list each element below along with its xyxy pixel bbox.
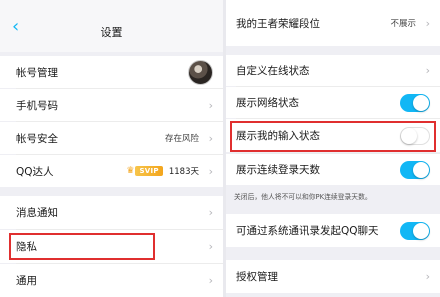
network-status-toggle[interactable]: [400, 93, 430, 112]
toggle-knob: [413, 161, 429, 178]
account-management-row[interactable]: 帐号管理: [0, 56, 223, 88]
settings-header: ‹ 设置: [0, 0, 223, 52]
contacts-chat-row: 可通过系统通讯录发起QQ聊天: [226, 214, 440, 247]
svip-badge: ♛ SVIP: [126, 166, 163, 176]
privacy-highlight-box: [9, 233, 155, 260]
general-row[interactable]: 通用 ›: [0, 264, 223, 297]
qq-talent-row[interactable]: QQ达人 ♛ SVIP 1183天 ›: [0, 155, 223, 187]
general-label: 通用: [16, 275, 37, 287]
network-status-row: 展示网络状态: [226, 87, 440, 118]
custom-status-label: 自定义在线状态: [236, 65, 310, 77]
network-status-label: 展示网络状态: [236, 97, 299, 109]
chevron-right-icon: ›: [208, 274, 213, 287]
settings-panel: ‹ 设置 帐号管理 手机号码 › 帐号安全 存在风险 › QQ达人 ♛ SVIP…: [0, 0, 223, 297]
rank-display-value: 不展示: [390, 19, 416, 29]
notifications-row[interactable]: 消息通知 ›: [0, 196, 223, 229]
qq-talent-label: QQ达人: [16, 165, 54, 178]
svip-badge-text: SVIP: [135, 166, 163, 176]
authorization-management-row[interactable]: 授权管理 ›: [226, 260, 440, 293]
chevron-right-icon: ›: [425, 270, 430, 283]
chevron-right-icon: ›: [208, 206, 213, 219]
chevron-right-icon: ›: [208, 164, 213, 178]
login-days-toggle[interactable]: [400, 160, 430, 179]
talent-days: 1183天: [168, 167, 199, 177]
contacts-chat-label: 可通过系统通讯录发起QQ聊天: [236, 225, 379, 237]
account-security-label: 帐号安全: [16, 132, 58, 145]
chevron-right-icon: ›: [208, 131, 213, 145]
contacts-chat-toggle[interactable]: [400, 221, 430, 240]
chevron-right-icon: ›: [425, 16, 430, 30]
chevron-right-icon: ›: [425, 64, 430, 77]
login-days-row: 展示连续登录天数: [226, 154, 440, 185]
privacy-panel: 我的王者荣耀段位 不展示 › 自定义在线状态 › 展示网络状态 展示我的输入状态…: [226, 0, 440, 297]
avatar: [188, 59, 213, 85]
rank-display-row[interactable]: 我的王者荣耀段位 不展示 ›: [226, 0, 440, 46]
toggle-knob: [413, 94, 429, 111]
crown-icon: ♛: [126, 166, 135, 176]
login-days-hint: 关闭后，他人将不可以和你PK连续登录天数。: [234, 193, 372, 201]
page-title: 设置: [100, 26, 123, 39]
toggle-knob: [413, 222, 429, 239]
typing-status-highlight-box: [230, 121, 436, 152]
login-days-label: 展示连续登录天数: [236, 164, 320, 176]
phone-number-label: 手机号码: [16, 99, 58, 112]
phone-number-row[interactable]: 手机号码 ›: [0, 89, 223, 121]
rank-display-label: 我的王者荣耀段位: [236, 17, 320, 30]
account-management-label: 帐号管理: [16, 66, 58, 79]
chevron-right-icon: ›: [208, 98, 213, 112]
notifications-label: 消息通知: [16, 207, 58, 219]
chevron-right-icon: ›: [208, 240, 213, 253]
account-security-row[interactable]: 帐号安全 存在风险 ›: [0, 122, 223, 154]
security-status: 存在风险: [164, 134, 199, 144]
custom-status-row[interactable]: 自定义在线状态 ›: [226, 55, 440, 86]
authorization-management-label: 授权管理: [236, 271, 278, 283]
